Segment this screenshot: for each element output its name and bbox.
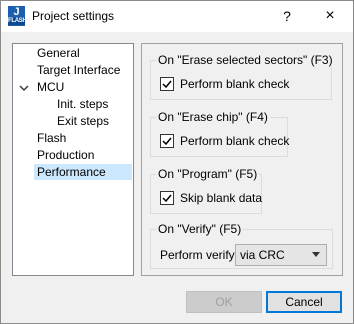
tree-item-flash[interactable]: Flash	[37, 130, 66, 146]
perform-verify-dropdown[interactable]: via CRC	[235, 244, 327, 266]
group-legend: On "Erase chip" (F4)	[156, 110, 270, 124]
performance-panel: On "Erase selected sectors" (F3) Perform…	[141, 43, 343, 276]
perform-verify-label: Perform verify	[160, 248, 235, 262]
checkbox-label: Perform blank check	[180, 134, 290, 148]
help-button[interactable]: ?	[275, 5, 299, 27]
perform-blank-check-sectors[interactable]: Perform blank check	[160, 77, 289, 91]
icon-subtext: FLASH	[8, 18, 27, 25]
dropdown-arrow-icon	[312, 252, 320, 257]
checkmark-icon	[162, 137, 172, 146]
checkmark-icon	[162, 194, 172, 203]
tree-item-general[interactable]: General	[37, 45, 80, 61]
ok-button[interactable]: OK	[186, 291, 262, 313]
group-erase-selected-sectors: On "Erase selected sectors" (F3) Perform…	[150, 53, 335, 100]
tree-item-target-interface[interactable]: Target Interface	[37, 62, 120, 78]
tree-item-performance[interactable]: Performance	[34, 164, 132, 180]
checkbox[interactable]	[160, 77, 174, 91]
checkbox[interactable]	[160, 191, 174, 205]
settings-tree[interactable]: General Target Interface MCU Init. steps…	[12, 43, 134, 276]
group-legend: On "Erase selected sectors" (F3)	[156, 53, 335, 67]
group-legend: On "Verify" (F5)	[156, 222, 244, 236]
checkbox-label: Skip blank data	[180, 191, 263, 205]
title-bar: J FLASH Project settings ? ×	[1, 1, 353, 32]
chevron-down-icon[interactable]	[18, 82, 30, 94]
checkbox[interactable]	[160, 134, 174, 148]
group-legend: On "Program" (F5)	[156, 167, 260, 181]
project-settings-dialog: J FLASH Project settings ? × General Tar…	[0, 0, 354, 324]
group-program: On "Program" (F5) Skip blank data	[150, 167, 262, 214]
dropdown-value: via CRC	[240, 248, 285, 262]
tree-item-exit-steps[interactable]: Exit steps	[57, 113, 109, 129]
group-erase-chip: On "Erase chip" (F4) Perform blank check	[150, 110, 289, 157]
tree-item-mcu[interactable]: MCU	[37, 79, 64, 95]
tree-item-production[interactable]: Production	[37, 147, 94, 163]
icon-letter: J	[13, 6, 20, 18]
close-button[interactable]: ×	[317, 5, 343, 27]
group-verify: On "Verify" (F5) Perform verify via CRC	[150, 222, 333, 269]
jflash-app-icon: J FLASH	[8, 6, 27, 26]
skip-blank-data[interactable]: Skip blank data	[160, 191, 262, 205]
tree-item-init-steps[interactable]: Init. steps	[57, 96, 108, 112]
cancel-button[interactable]: Cancel	[266, 291, 342, 313]
checkmark-icon	[162, 80, 172, 89]
checkbox-label: Perform blank check	[180, 77, 290, 91]
perform-blank-check-chip[interactable]: Perform blank check	[160, 134, 289, 148]
window-title: Project settings	[32, 9, 115, 23]
